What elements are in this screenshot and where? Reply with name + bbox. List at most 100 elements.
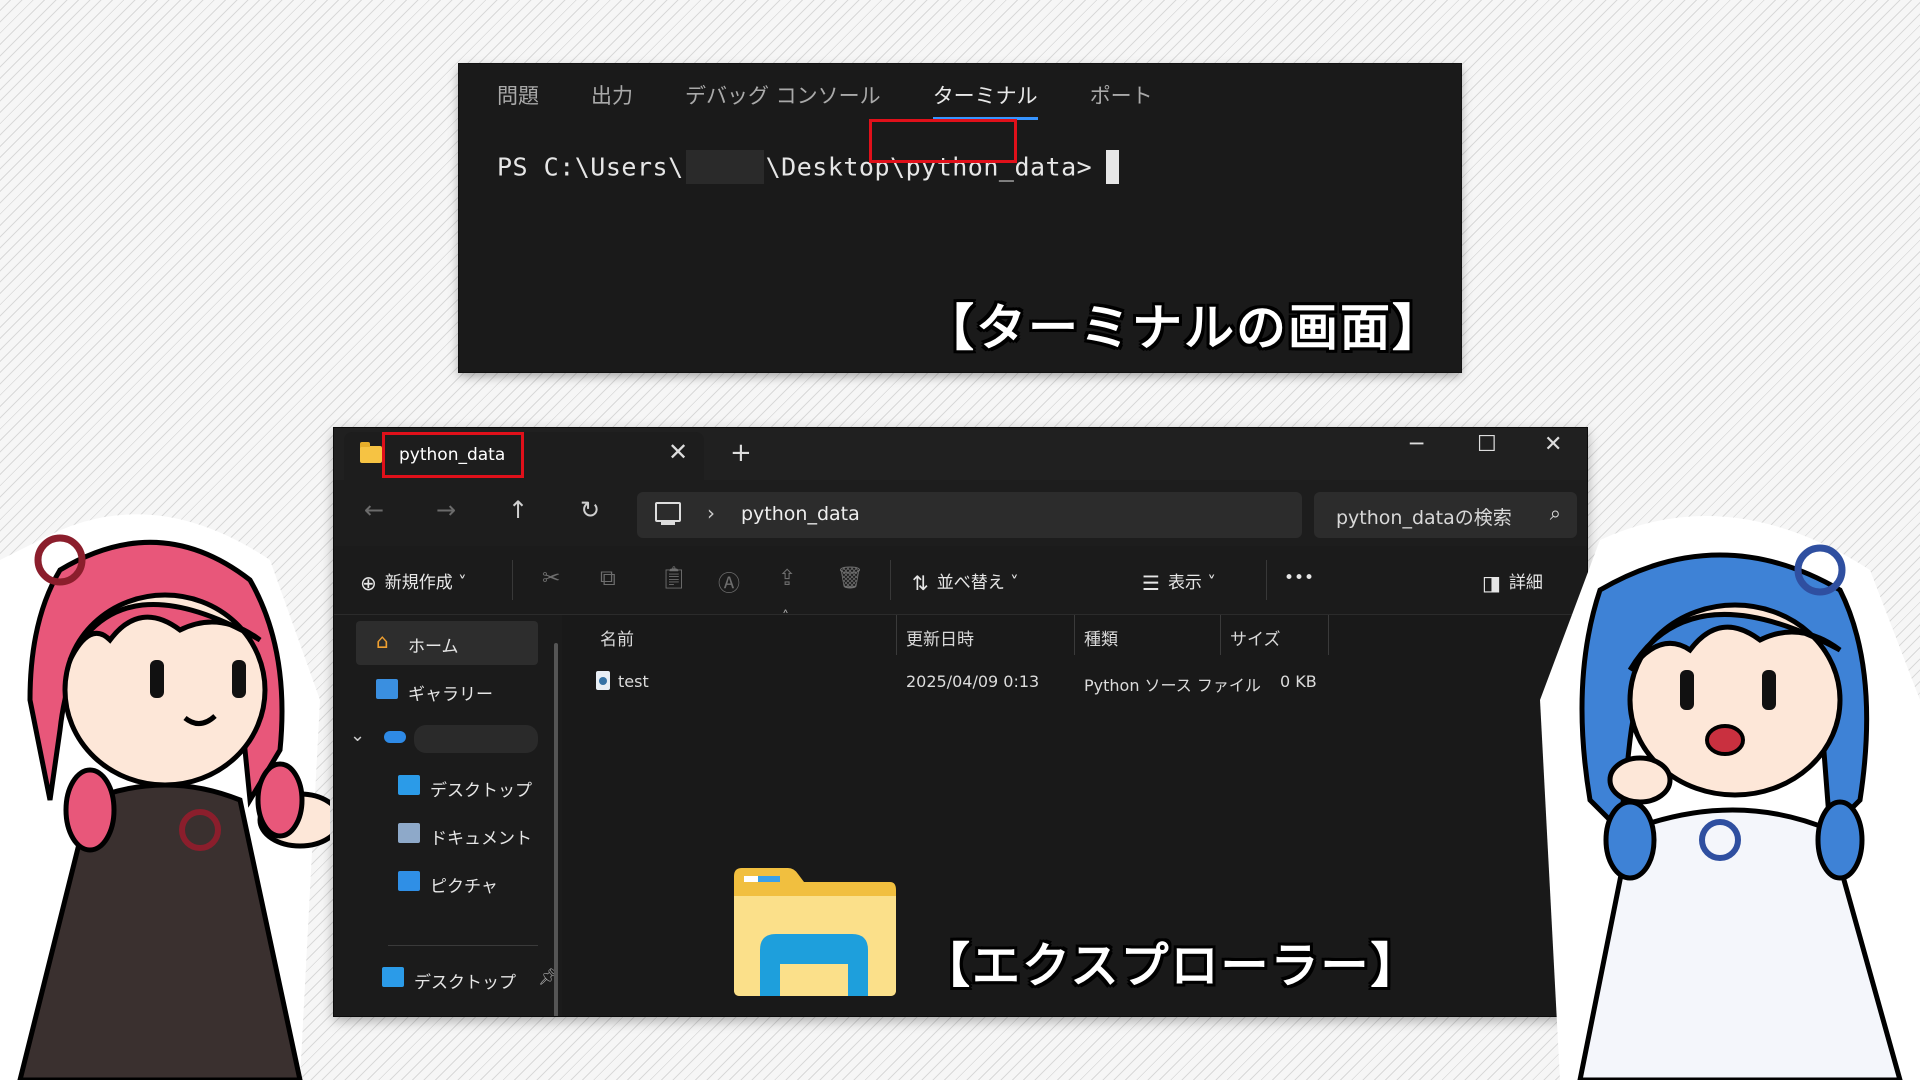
tab-ports[interactable]: ポート	[1090, 80, 1153, 120]
home-icon: ⌂	[376, 629, 389, 653]
terminal-highlight-box	[869, 119, 1017, 163]
sidebar-item-home[interactable]: ⌂ ホーム	[356, 621, 538, 665]
tab-debug-console[interactable]: デバッグ コンソール	[685, 80, 881, 120]
sidebar-label: デスクトップ	[414, 973, 516, 993]
view-label: 表示	[1167, 573, 1202, 593]
divider	[388, 945, 538, 946]
copy-icon[interactable]: ⧉	[600, 566, 616, 591]
left-character-illustration	[0, 514, 330, 1080]
explorer-window: python_data ✕ + ─ ☐ ✕ ← → ↑ ↻ › python_d…	[334, 428, 1587, 1016]
sidebar-item-onedrive[interactable]: ⌄	[334, 717, 538, 761]
pictures-icon	[398, 871, 420, 891]
redacted-username	[685, 150, 764, 184]
minimize-icon[interactable]: ─	[1410, 432, 1423, 457]
file-size: 0 KB	[1280, 672, 1317, 691]
file-modified: 2025/04/09 0:13	[906, 672, 1040, 691]
cut-icon[interactable]: ✂	[542, 566, 560, 591]
file-row[interactable]: test 2025/04/09 0:13 Python ソース ファイル 0 K…	[562, 663, 1587, 703]
maximize-icon[interactable]: ☐	[1477, 432, 1497, 457]
new-label: 新規作成	[384, 573, 453, 593]
column-header-modified[interactable]: 更新日時	[906, 625, 974, 650]
sidebar-item-desktop-pinned[interactable]: デスクトップ 📌︎	[362, 957, 558, 1001]
divider	[1266, 560, 1267, 600]
chevron-down-icon[interactable]: ⌄	[350, 725, 365, 746]
column-divider[interactable]	[896, 615, 897, 655]
redacted-account-name	[414, 725, 538, 753]
prompt-prefix: PS C:\Users\	[497, 152, 684, 182]
tab-output[interactable]: 出力	[591, 80, 633, 120]
right-character-illustration	[1540, 516, 1920, 1080]
share-icon[interactable]: ⇪	[778, 566, 796, 591]
sidebar-item-pictures[interactable]: ピクチャ	[378, 861, 560, 905]
sidebar-label: ホーム	[408, 637, 459, 657]
forward-icon[interactable]: →	[436, 496, 456, 524]
explorer-caption: 【エクスプローラー】	[922, 938, 1421, 994]
file-type: Python ソース ファイル	[1084, 676, 1261, 695]
new-tab-icon[interactable]: +	[730, 438, 752, 468]
column-header-size[interactable]: サイズ	[1230, 625, 1281, 650]
gallery-icon	[376, 679, 398, 699]
title-bar: python_data ✕ + ─ ☐ ✕	[334, 428, 1587, 480]
new-button[interactable]: ⊕ 新規作成 ˅	[360, 568, 467, 595]
address-bar-row: ← → ↑ ↻ › python_data python_dataの検索 ⌕	[334, 480, 1587, 546]
tab-terminal[interactable]: ターミナル	[932, 80, 1038, 120]
terminal-panel: 問題 出力 デバッグ コンソール ターミナル ポート PS C:\Users\ \…	[459, 64, 1461, 372]
tab-problems[interactable]: 問題	[497, 80, 539, 120]
desktop-icon	[382, 967, 404, 987]
terminal-caption: 【ターミナルの画面】	[924, 299, 1444, 357]
sidebar-label: ピクチャ	[430, 877, 498, 897]
back-icon[interactable]: ←	[364, 496, 384, 524]
breadcrumb-path[interactable]: python_data	[741, 503, 860, 525]
onedrive-icon	[384, 731, 406, 743]
sidebar-label: デスクトップ	[430, 781, 532, 801]
command-bar: ⊕ 新規作成 ˅ ✂ ⧉ 📋︎ Ⓐ ⇪ 🗑︎ ⇅ 並べ替え ˅ ☰ 表示 ˅ ••• …	[334, 546, 1587, 615]
up-icon[interactable]: ↑	[508, 496, 528, 524]
more-options-button[interactable]: •••	[1284, 568, 1314, 588]
terminal-prompt-line[interactable]: PS C:\Users\ \Desktop\python_data>	[497, 150, 1120, 184]
sort-button[interactable]: ⇅ 並べ替え ˅	[912, 568, 1019, 595]
more-icon: •••	[1284, 568, 1315, 588]
desktop-icon	[398, 775, 420, 795]
explorer-tab[interactable]: python_data ✕	[344, 432, 704, 480]
search-placeholder: python_dataの検索	[1336, 507, 1512, 529]
sidebar-item-documents[interactable]: ドキュメント	[378, 813, 560, 857]
view-button[interactable]: ☰ 表示 ˅	[1142, 568, 1216, 595]
navigation-pane: ⌂ ホーム ギャラリー ⌄ デスクトップ ドキュメント ピクチャ デスクトップ	[334, 615, 562, 1016]
folder-icon	[360, 442, 382, 463]
python-file-icon	[596, 671, 610, 690]
divider	[890, 560, 891, 600]
terminal-tab-bar: 問題 出力 デバッグ コンソール ターミナル ポート	[497, 80, 1205, 120]
delete-icon[interactable]: 🗑︎	[836, 566, 864, 591]
sort-icon: ⇅	[912, 571, 929, 595]
column-divider[interactable]	[1328, 615, 1329, 655]
plus-circle-icon: ⊕	[360, 571, 377, 595]
divider	[512, 560, 513, 600]
column-header-name[interactable]: 名前	[600, 625, 634, 650]
refresh-icon[interactable]: ↻	[580, 496, 600, 524]
computer-icon	[655, 502, 681, 525]
sidebar-item-desktop[interactable]: デスクトップ	[378, 765, 560, 809]
close-tab-icon[interactable]: ✕	[668, 438, 688, 466]
column-divider[interactable]	[1220, 615, 1221, 655]
address-bar[interactable]: › python_data	[637, 492, 1302, 538]
sidebar-item-gallery[interactable]: ギャラリー	[356, 669, 538, 713]
sidebar-label: ギャラリー	[408, 685, 493, 705]
breadcrumb-chevron-icon[interactable]: ›	[707, 501, 715, 525]
tab-highlight-box	[382, 432, 524, 478]
sidebar-scrollbar[interactable]	[554, 643, 558, 1016]
sort-label: 並べ替え	[936, 573, 1005, 593]
column-header-type[interactable]: 種類	[1084, 625, 1118, 650]
view-icon: ☰	[1142, 571, 1160, 595]
sort-ascending-icon: ˄	[782, 609, 789, 625]
rename-icon[interactable]: Ⓐ	[718, 566, 740, 598]
file-explorer-icon	[734, 868, 896, 996]
documents-icon	[398, 823, 420, 843]
details-pane-icon: ◨	[1482, 571, 1501, 595]
paste-icon[interactable]: 📋︎	[660, 566, 688, 591]
close-window-icon[interactable]: ✕	[1544, 432, 1562, 457]
file-name: test	[618, 672, 649, 691]
column-divider[interactable]	[1074, 615, 1075, 655]
column-headers: 名前 ˄ 更新日時 種類 サイズ	[562, 609, 1587, 659]
text-cursor	[1106, 150, 1120, 184]
sidebar-label: ドキュメント	[430, 829, 532, 849]
